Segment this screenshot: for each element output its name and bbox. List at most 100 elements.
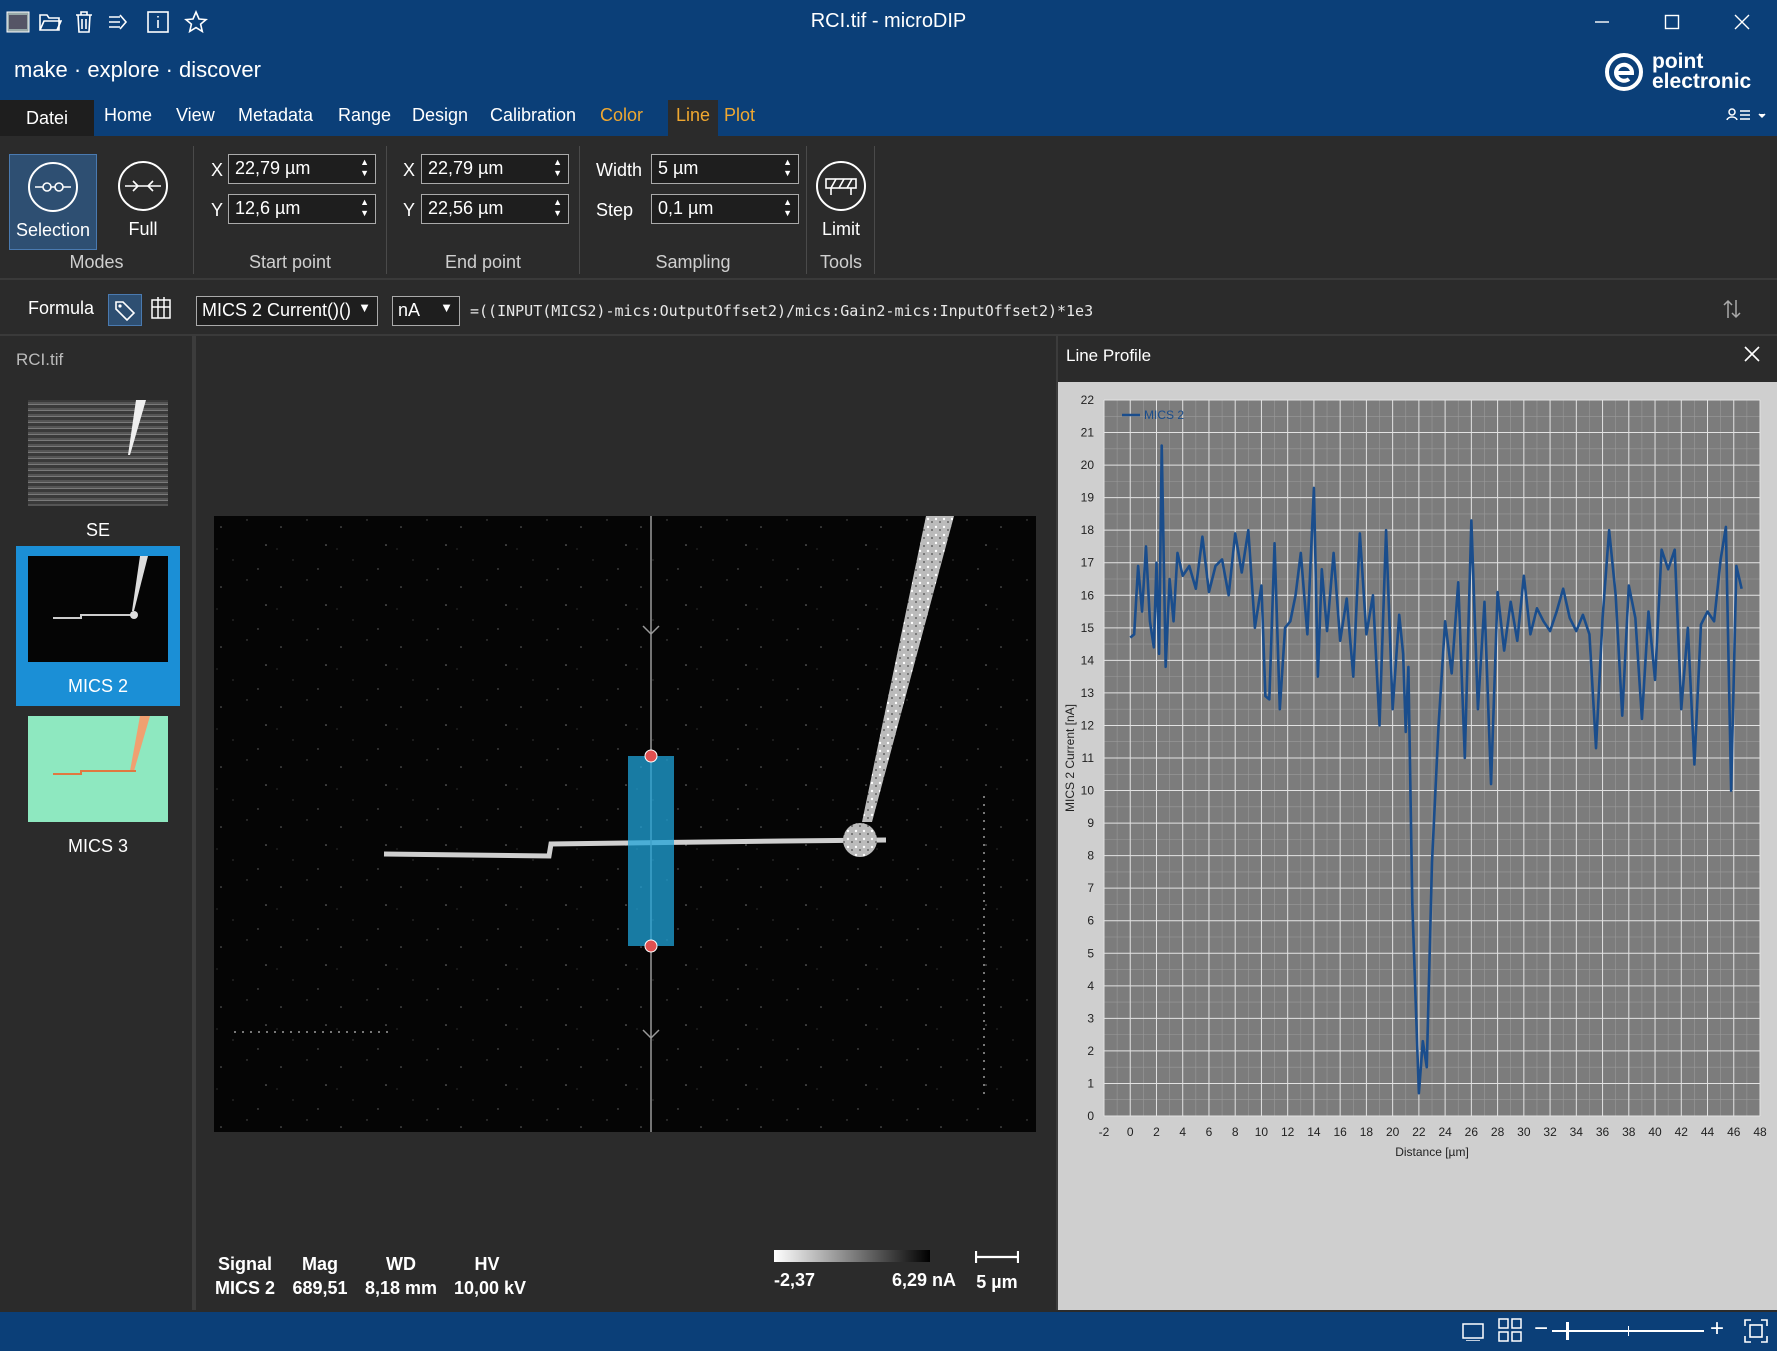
end-y-label: Y (403, 200, 416, 220)
swap-vertical-icon[interactable] (1722, 298, 1742, 325)
spin-arrows-icon[interactable]: ▲ ▼ (783, 197, 792, 219)
x-tick-label: 38 (1622, 1125, 1636, 1139)
scale-bar-label: 5 µm (976, 1272, 1018, 1292)
tab-design[interactable]: Design (412, 105, 468, 126)
legend-label: MICS 2 (1144, 408, 1184, 422)
y-tick-label: 15 (1081, 621, 1095, 635)
minimize-button[interactable] (1572, 4, 1632, 40)
start-point-group-label: Start point (248, 252, 332, 272)
limit-label: Limit (821, 219, 860, 239)
brand-line1: point (1652, 50, 1704, 73)
line-profile-chart[interactable]: -2 0 2 4 6 8 10 12 14 16 18 20 22 24 26 28 30 32 34 36 38 40 4… (1058, 382, 1777, 1310)
close-window-button[interactable] (1712, 4, 1772, 40)
spin-arrows-icon[interactable]: ▲ ▼ (553, 197, 562, 219)
dropdown-arrow-icon: ▼ (358, 300, 371, 315)
tab-range[interactable]: Range (338, 105, 391, 126)
x-tick-label: 6 (1206, 1125, 1213, 1139)
selection-mode-label: Selection (15, 220, 91, 240)
color-scale-gradient (774, 1250, 930, 1262)
y-tick-label: 5 (1087, 946, 1094, 960)
x-tick-label: 24 (1438, 1125, 1452, 1139)
thumbnail-se[interactable]: SE (16, 390, 180, 546)
y-tick-label: 0 (1087, 1109, 1094, 1123)
selection-mode-button[interactable]: Selection (9, 154, 97, 250)
scale-bar-icon (974, 1250, 1020, 1269)
user-options-icon[interactable] (1726, 106, 1770, 131)
width-label: Width (596, 160, 643, 180)
zoom-slider[interactable] (1552, 1322, 1704, 1340)
start-x-input[interactable]: 22,79 µm ▲ ▼ (228, 154, 376, 184)
tab-metadata[interactable]: Metadata (238, 105, 313, 126)
x-tick-label: 2 (1153, 1125, 1160, 1139)
x-tick-label: 30 (1517, 1125, 1531, 1139)
x-tick-label: -2 (1099, 1125, 1110, 1139)
thumbnail-mics3-label: MICS 3 (67, 836, 128, 856)
x-tick-label: 26 (1465, 1125, 1479, 1139)
y-tick-label: 8 (1087, 849, 1094, 863)
end-x-value: 22,79 µm (428, 158, 504, 178)
width-input[interactable]: 5 µm ▲ ▼ (651, 154, 799, 184)
full-mode-button[interactable]: Full (100, 154, 186, 248)
unit-select[interactable]: nA ▼ (392, 296, 460, 326)
scale-max: 6,29 nA (892, 1270, 957, 1290)
menu-file[interactable]: Datei (0, 100, 94, 136)
step-input[interactable]: 0,1 µm ▲ ▼ (651, 194, 799, 224)
x-tick-label: 14 (1307, 1125, 1321, 1139)
tab-home[interactable]: Home (104, 105, 152, 126)
brand-mark-icon (1605, 53, 1643, 91)
limit-button[interactable]: Limit (808, 154, 874, 248)
thumbnail-mics2[interactable]: MICS 2 (16, 546, 180, 706)
end-x-input[interactable]: 22,79 µm ▲ ▼ (421, 154, 569, 184)
thumbnail-mics3[interactable]: MICS 3 (16, 706, 180, 862)
y-tick-label: 10 (1081, 784, 1095, 798)
hv-header: HV (474, 1254, 500, 1274)
spin-arrows-icon[interactable]: ▲ ▼ (783, 157, 792, 179)
tab-color[interactable]: Color (600, 105, 643, 126)
tab-calibration[interactable]: Calibration (490, 105, 576, 126)
start-x-value: 22,79 µm (235, 158, 311, 178)
ribbon: Selection Full Modes X 22,79 µm ▲ ▼ Y 12,6… (0, 136, 1777, 280)
y-axis-label: MICS 2 Current [nA] (1063, 704, 1077, 812)
zoom-out-button[interactable]: − (1534, 1315, 1548, 1343)
spin-arrows-icon[interactable]: ▲ ▼ (553, 157, 562, 179)
spin-arrows-icon[interactable]: ▲ ▼ (360, 157, 369, 179)
zoom-slider-thumb[interactable] (1566, 1322, 1569, 1340)
fit-to-window-icon[interactable] (1744, 1319, 1768, 1348)
tag-toggle-icon[interactable] (108, 294, 142, 326)
x-tick-label: 42 (1675, 1125, 1689, 1139)
file-name: RCI.tif (16, 350, 64, 369)
y-tick-label: 6 (1087, 914, 1094, 928)
y-tick-label: 2 (1087, 1044, 1094, 1058)
scan-image[interactable] (214, 516, 1036, 1132)
step-label: Step (596, 200, 634, 220)
modes-group-label: Modes (69, 252, 124, 272)
y-tick-label: 12 (1081, 718, 1095, 732)
panel-title: Line Profile (1066, 346, 1152, 365)
maximize-button[interactable] (1642, 4, 1702, 40)
mag-header: Mag (302, 1254, 338, 1274)
tab-line[interactable]: Line (668, 100, 719, 136)
single-view-icon[interactable] (1462, 1321, 1484, 1346)
tab-view[interactable]: View (176, 105, 215, 126)
dropdown-arrow-icon: ▼ (440, 300, 453, 315)
end-y-value: 22,56 µm (428, 198, 504, 218)
formula-bar: Formula MICS 2 Current()() ▼ nA ▼ =((INPUT… (0, 282, 1777, 336)
signal-select[interactable]: MICS 2 Current()() ▼ (196, 296, 378, 326)
width-value: 5 µm (658, 158, 699, 178)
end-y-input[interactable]: 22,56 µm ▲ ▼ (421, 194, 569, 224)
brand-logo: point electronic (1604, 50, 1751, 92)
y-tick-label: 9 (1087, 816, 1094, 830)
x-axis-label: Distance [µm] (1395, 1145, 1469, 1159)
y-tick-label: 21 (1081, 426, 1095, 440)
spin-arrows-icon[interactable]: ▲ ▼ (360, 197, 369, 219)
zoom-in-button[interactable]: + (1710, 1315, 1724, 1343)
start-y-input[interactable]: 12,6 µm ▲ ▼ (228, 194, 376, 224)
x-tick-label: 12 (1281, 1125, 1295, 1139)
columns-icon[interactable] (150, 296, 172, 325)
formula-expression[interactable]: =((INPUT(MICS2)-mics:OutputOffset2)/mics… (470, 302, 1093, 320)
grid-view-icon[interactable] (1498, 1318, 1522, 1347)
close-panel-icon[interactable] (1744, 346, 1760, 367)
x-tick-label: 32 (1543, 1125, 1557, 1139)
chart-svg: -2 0 2 4 6 8 10 12 14 16 18 20 22 24 26 28 30 32 34 36 38 40 4… (1063, 393, 1767, 1159)
tab-plot[interactable]: Plot (724, 105, 755, 126)
